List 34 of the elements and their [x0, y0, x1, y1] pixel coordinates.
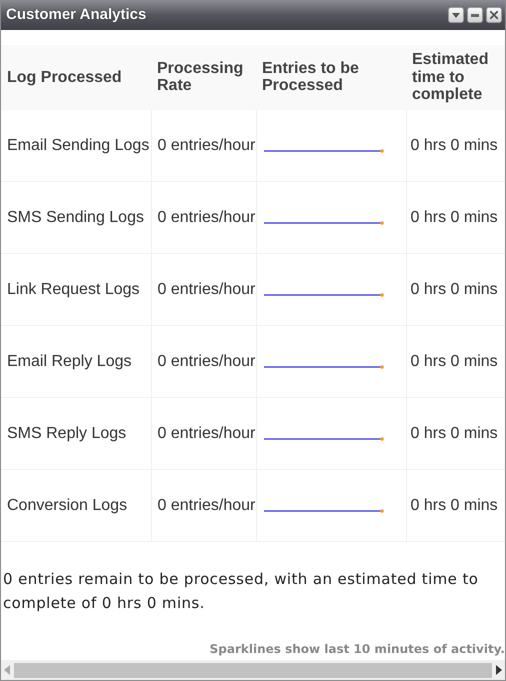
- table-cell: Conversion Logs: [1, 470, 151, 542]
- minimize-button[interactable]: [467, 7, 483, 23]
- column-header: Log Processed: [1, 45, 151, 110]
- table-cell: 0 hrs 0 mins: [406, 182, 505, 254]
- table-cell: Email Sending Logs: [1, 110, 151, 182]
- sparkline-note: Sparklines show last 10 minutes of activity.: [208, 641, 505, 658]
- table-cell: 0 entries/hour: [151, 326, 256, 398]
- table-cell: SMS Sending Logs: [1, 182, 151, 254]
- column-header: Estimated time to complete: [406, 45, 505, 110]
- dropdown-button[interactable]: [448, 7, 464, 23]
- scrollbar-thumb[interactable]: [14, 662, 492, 678]
- table-cell: 0 entries/hour: [151, 110, 256, 182]
- table-cell: 0 hrs 0 mins: [406, 470, 505, 542]
- table-cell: Link Request Logs: [1, 254, 151, 326]
- table-cell: Email Reply Logs: [1, 326, 151, 398]
- table-cell: 0 entries/hour: [151, 398, 256, 470]
- summary-text: 0 entries remain to be processed, with an estimated time to complete of 0 hrs 0 mins.: [3, 569, 480, 614]
- horizontal-scrollbar[interactable]: [1, 660, 505, 680]
- minimize-icon: [471, 14, 479, 16]
- window-title: Customer Analytics: [6, 4, 148, 25]
- table-cell: SMS Reply Logs: [1, 398, 151, 470]
- scroll-right-icon[interactable]: [496, 665, 502, 675]
- table-cell: 0 hrs 0 mins: [406, 398, 505, 470]
- table-cell: 0 hrs 0 mins: [406, 110, 505, 182]
- caret-icon: [452, 12, 460, 18]
- close-icon: [490, 11, 498, 19]
- column-header: Processing Rate: [151, 45, 256, 110]
- close-button[interactable]: [486, 7, 502, 23]
- table-cell: 0 entries/hour: [151, 182, 256, 254]
- table-cell: 0 hrs 0 mins: [406, 254, 505, 326]
- table-cell: 0 entries/hour: [151, 254, 256, 326]
- column-header: Entries to be Processed: [256, 45, 406, 110]
- table-cell: 0 hrs 0 mins: [406, 326, 505, 398]
- table-cell: 0 entries/hour: [151, 470, 256, 542]
